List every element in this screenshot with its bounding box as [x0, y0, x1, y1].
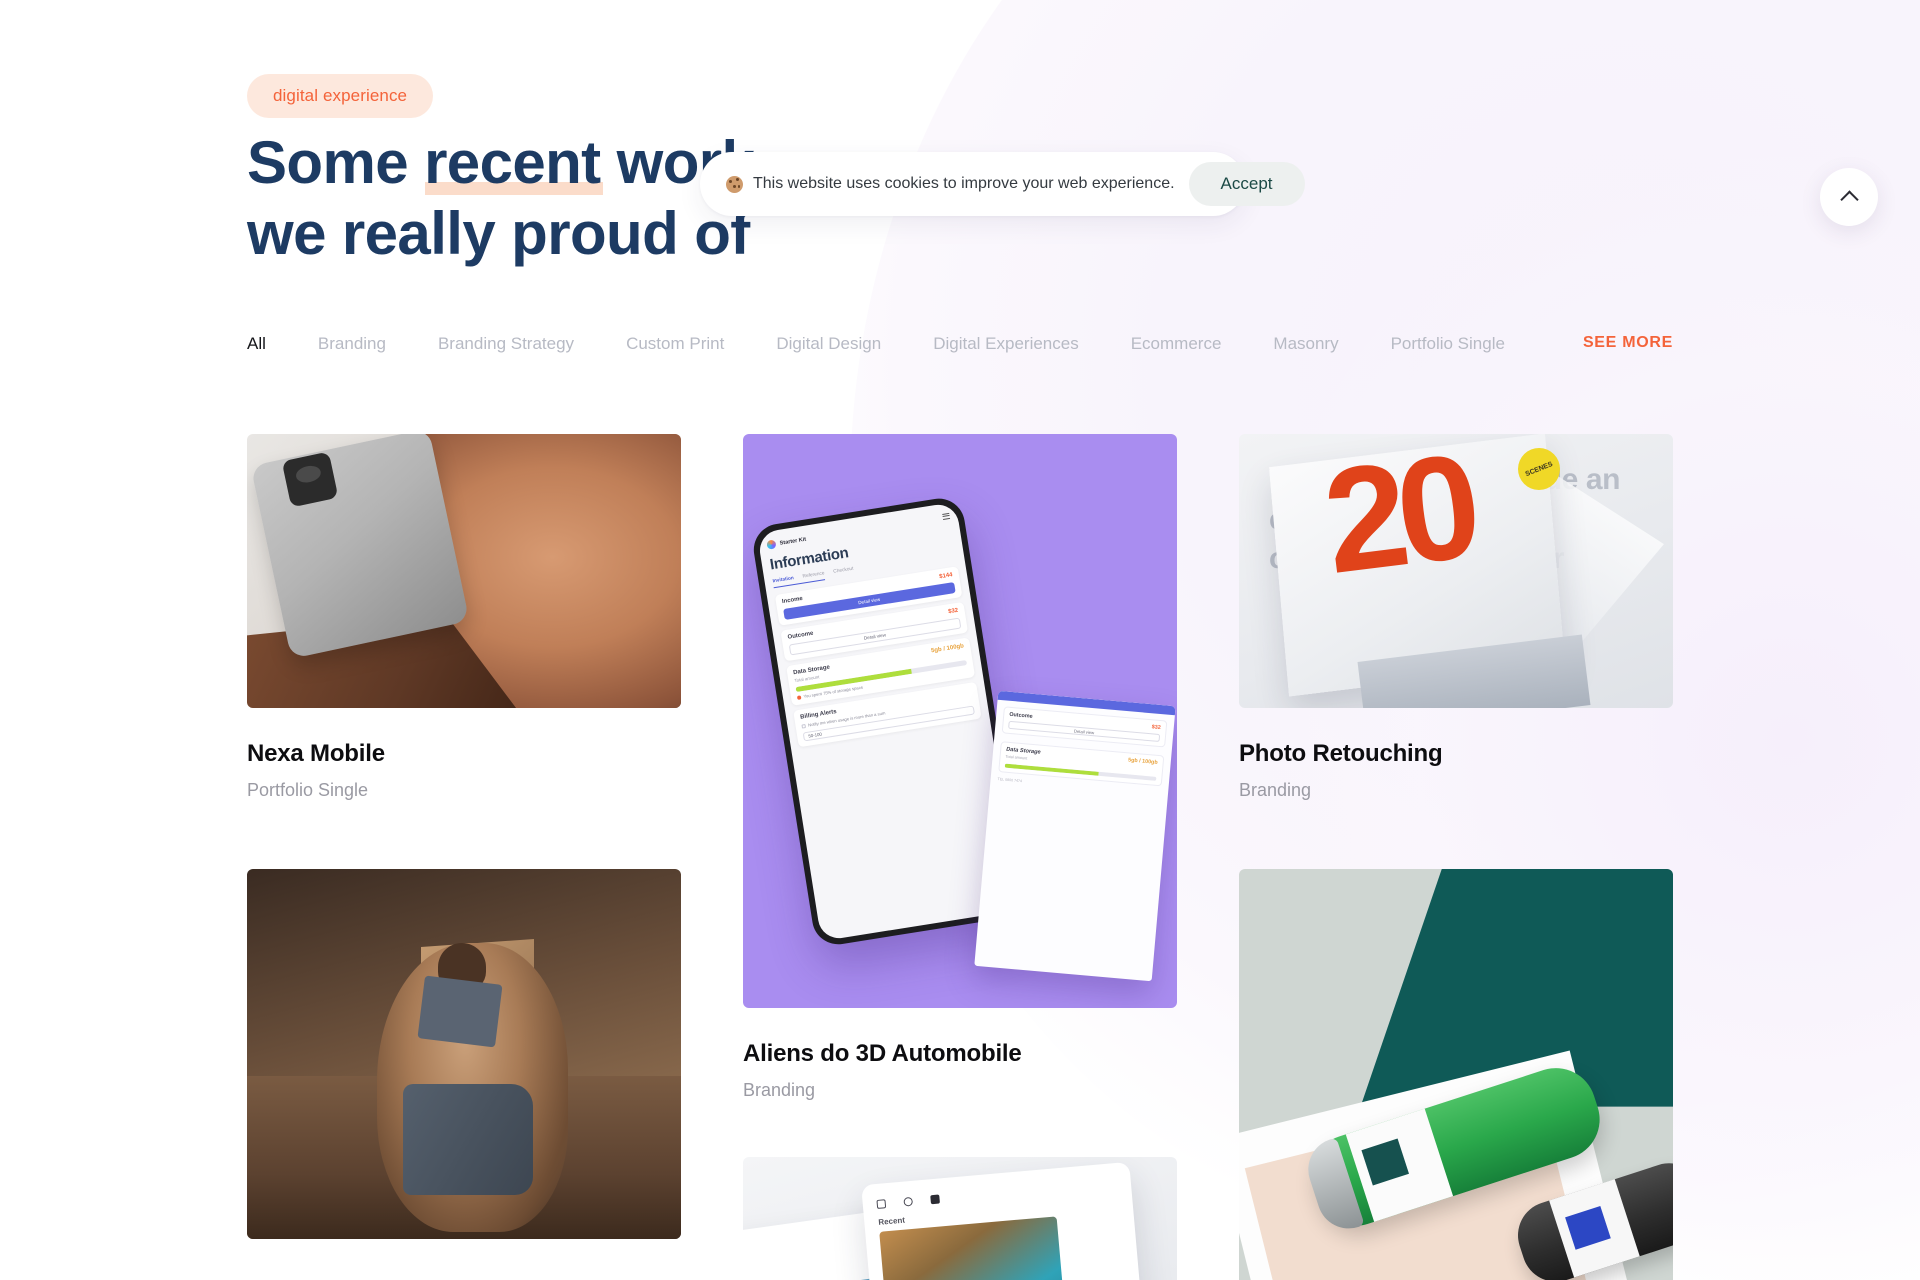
portfolio-thumbnail-tablets[interactable]: Recent ↑ ♡ ♡ [743, 1157, 1177, 1280]
portfolio-title-2: Aliens do 3D Automobile [743, 1040, 1022, 1067]
mockup-tab-reference: Reference [802, 570, 826, 580]
mockup-income-amount: $144 [938, 571, 954, 580]
mockup-receipt-outcome-card: Outcome $32 Detail view [1001, 706, 1168, 748]
mockup-outcome-label: Outcome [787, 630, 814, 641]
mockup-receipt-strip: Outcome $32 Detail view Data Storage 5gb… [974, 690, 1176, 981]
portfolio-grid: Nexa Mobile Portfolio Single Starter Kit… [247, 434, 1673, 1280]
page-title-line1-before: Some [247, 129, 425, 196]
filter-digital-design[interactable]: Digital Design [776, 334, 881, 354]
accept-cookies-button[interactable]: Accept [1188, 162, 1305, 206]
portfolio-column-2: Starter Kit Information Invitation Refer… [743, 434, 1177, 1280]
portfolio-thumbnail-photo-retouching[interactable]: Wi ally m ork of the de an exce or your … [1239, 434, 1673, 708]
filter-digital-experiences[interactable]: Digital Experiences [933, 334, 1079, 354]
portfolio-category-1: Portfolio Single [247, 780, 369, 800]
bookmark-icon [930, 1194, 941, 1205]
filter-masonry[interactable]: Masonry [1273, 334, 1338, 354]
user-icon [903, 1197, 914, 1208]
checkbox-icon [801, 723, 806, 728]
cookie-consent-banner: This website uses cookies to improve you… [700, 152, 1305, 216]
thumb-shape-camera [281, 451, 339, 507]
page-title-highlight: recent [424, 128, 603, 199]
filter-portfolio-single[interactable]: Portfolio Single [1391, 334, 1505, 354]
portfolio-page: digital experience Some recent work we r… [0, 0, 1920, 1280]
portfolio-column-1: Nexa Mobile Portfolio Single [247, 434, 681, 1280]
thumb-shape-top [417, 975, 503, 1048]
mockup-outcome-amount: $32 [947, 607, 959, 616]
see-more-link[interactable]: SEE MORE [1583, 334, 1673, 352]
portfolio-card-photo-retouching[interactable]: Wi ally m ork of the de an exce or your … [1239, 434, 1673, 801]
section-eyebrow-badge: digital experience [247, 74, 434, 118]
filter-all[interactable]: All [247, 334, 266, 354]
mockup-receipt-storage-amount: 5gb / 100gb [1127, 757, 1158, 766]
alert-dot-icon [796, 694, 802, 700]
portfolio-card-gym[interactable] [247, 869, 681, 1239]
portfolio-thumbnail-gym[interactable] [247, 869, 681, 1239]
portfolio-thumbnail-nexa-mobile[interactable] [247, 434, 681, 708]
hamburger-menu-icon [941, 512, 950, 521]
cookie-icon [726, 175, 743, 193]
thumb-shape-leggings [403, 1083, 534, 1195]
portfolio-title-3: Photo Retouching [1239, 740, 1443, 767]
mockup-app-brand: Starter Kit [779, 535, 807, 546]
filter-branding-strategy[interactable]: Branding Strategy [438, 334, 574, 354]
chevron-up-icon [1839, 189, 1859, 209]
scroll-to-top-button[interactable] [1820, 168, 1878, 226]
portfolio-card-tablets[interactable]: Recent ↑ ♡ ♡ [743, 1157, 1177, 1280]
portfolio-card-nexa-mobile[interactable]: Nexa Mobile Portfolio Single [247, 434, 681, 801]
more-icon [957, 1193, 967, 1203]
portfolio-thumbnail-aliens-3d[interactable]: Starter Kit Information Invitation Refer… [743, 434, 1177, 1008]
mockup-tab-checkout: Checkout [833, 566, 854, 575]
portfolio-category-2: Branding [743, 1080, 816, 1100]
portfolio-card-aliens-3d[interactable]: Starter Kit Information Invitation Refer… [743, 434, 1177, 1101]
page-title-line2: we really proud of [247, 199, 750, 267]
mockup-tablet-photo [879, 1216, 1072, 1280]
section-eyebrow-label: digital experience [273, 86, 408, 105]
portfolio-title-1: Nexa Mobile [247, 740, 385, 767]
mockup-app-logo-icon [766, 539, 777, 550]
portfolio-column-3: Wi ally m ork of the de an exce or your … [1239, 434, 1673, 1280]
mockup-phone-screen: Starter Kit Information Invitation Refer… [756, 501, 1020, 941]
mockup-tab-invitation: Invitation [772, 575, 795, 584]
grid-icon [876, 1199, 887, 1210]
mockup-tablet-front: Recent ↑ ♡ ♡ [861, 1162, 1155, 1280]
mockup-receipt-outcome-label: Outcome [1009, 711, 1033, 720]
filter-branding[interactable]: Branding [318, 334, 386, 354]
portfolio-card-paper-tubes[interactable] [1239, 869, 1673, 1280]
portfolio-thumbnail-paper-tubes[interactable] [1239, 869, 1673, 1280]
mockup-receipt-outcome-amount: $32 [1151, 724, 1161, 732]
cookie-consent-message: This website uses cookies to improve you… [753, 175, 1175, 192]
filter-ecommerce[interactable]: Ecommerce [1131, 334, 1222, 354]
mockup-income-label: Income [781, 595, 804, 605]
portfolio-category-3: Branding [1239, 780, 1312, 800]
portfolio-filter-nav: All Branding Branding Strategy Custom Pr… [247, 334, 1557, 354]
filter-custom-print[interactable]: Custom Print [626, 334, 724, 354]
